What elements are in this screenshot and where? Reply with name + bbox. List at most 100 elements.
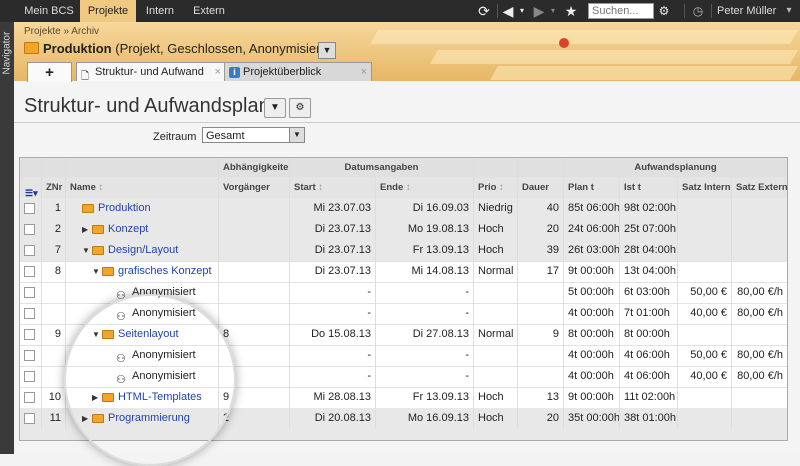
cell-prio [474, 366, 518, 387]
table-row[interactable]: 11 ▶ Programmierung 2 Di 20.08.13 Mo 16.09.13… [20, 408, 787, 430]
nav-tab-intern[interactable]: Intern [138, 0, 182, 22]
table-row[interactable]: 10 ▶ HTML-Templates 9 Mi 28.08.13 Fr 13.09.13… [20, 387, 787, 409]
cell-start: - [290, 303, 376, 324]
row-checkbox[interactable] [24, 287, 35, 298]
cell-satz-ext: 80,00 €/h [737, 370, 783, 382]
navigator-label: Navigator [1, 31, 13, 75]
col-prio[interactable]: Prio ↕ [474, 177, 518, 198]
nav-tab-mein-bcs[interactable]: Mein BCS [20, 0, 78, 22]
cell-ist: 11t 02:00h [620, 387, 678, 408]
user-menu-chevron-icon[interactable]: ▾ [783, 3, 795, 19]
cell-ende: - [376, 345, 474, 366]
cell-ende: Di 16.09.03 [376, 198, 474, 219]
table-row[interactable]: ⚇ Anonymisiert - - 4t 00:00h 4t 06:00h 40,00 €… [20, 366, 787, 388]
navigator-sidebar[interactable]: Navigator [0, 22, 14, 454]
table-row[interactable]: ⚇ Anonymisiert - - 5t 00:00h 6t 03:00h 50,00 €… [20, 282, 787, 304]
search-input[interactable] [588, 3, 654, 19]
timer-icon[interactable]: ◷ [691, 3, 705, 19]
forward-history-dropdown-icon[interactable]: ▾ [547, 3, 559, 19]
settings-gear-icon[interactable]: ⚙ [657, 3, 671, 19]
close-tab-icon[interactable]: × [361, 63, 367, 82]
col-dauer[interactable]: Dauer [518, 177, 564, 198]
back-history-dropdown-icon[interactable]: ▾ [516, 3, 528, 19]
chevron-down-icon[interactable]: ▼ [289, 128, 304, 142]
row-checkbox[interactable] [24, 371, 35, 382]
zeitraum-select[interactable]: Gesamt ▼ [202, 127, 305, 143]
forward-arrow-icon[interactable]: ▶ [531, 3, 547, 19]
table-row[interactable]: 7 ▼ Design/Layout Di 23.07.13 Fr 13.09.13 Hoc… [20, 240, 787, 262]
col-ende[interactable]: Ende ↕ [376, 177, 474, 198]
cell-plan: 85t 06:00h [564, 198, 620, 219]
expand-arrow-icon[interactable]: ▶ [82, 219, 88, 240]
page-menu-dropdown-button[interactable]: ▼ [264, 98, 286, 118]
tab-struktur-aufwand[interactable]: 🗋 Struktur- und Aufwand × [76, 62, 226, 82]
cell-satz-ext [732, 198, 787, 219]
row-checkbox[interactable] [24, 203, 35, 214]
cell-start: - [290, 345, 376, 366]
col-start[interactable]: Start ↕ [290, 177, 376, 198]
row-checkbox[interactable] [24, 413, 35, 424]
back-arrow-icon[interactable]: ◀ [500, 3, 516, 19]
cell-dauer: 13 [518, 387, 564, 408]
cell-satz-int: 50,00 € [678, 345, 732, 366]
col-vorgaenger[interactable]: Vorgänger [219, 177, 290, 198]
col-znr[interactable]: ZNr [42, 177, 66, 198]
breadcrumb[interactable]: Projekte » Archiv [24, 26, 99, 37]
row-checkbox[interactable] [24, 329, 35, 340]
resource-name: Anonymisiert [132, 286, 196, 298]
table-row[interactable]: ⚇ Anonymisiert - - 4t 00:00h 4t 06:00h 50,00 €… [20, 345, 787, 367]
collapse-arrow-icon[interactable]: ▼ [82, 240, 90, 261]
tab-projektueberblick[interactable]: i Projektüberblick × [224, 62, 372, 81]
refresh-icon[interactable]: ⟳ [475, 3, 493, 19]
col-ist[interactable]: Ist t [620, 177, 678, 198]
sort-icon: ↕ [499, 182, 504, 193]
col-satz-extern[interactable]: Satz Extern [732, 177, 787, 198]
folder-icon [102, 330, 114, 339]
main-content: Struktur- und Aufwandsplan ▼ ⚙ Zeitraum … [14, 82, 800, 466]
add-tab-button[interactable]: + [27, 62, 72, 82]
task-name-link[interactable]: Produktion [98, 198, 151, 219]
cell-satz-int [678, 324, 732, 345]
task-name-link[interactable]: Konzept [108, 219, 148, 240]
table-row[interactable]: 1 Produktion Mi 23.07.03 Di 16.09.03 Niedrig… [20, 198, 787, 220]
person-icon: ⚇ [116, 374, 126, 386]
folder-icon [92, 246, 104, 255]
nav-tab-projekte[interactable]: Projekte [80, 0, 136, 22]
row-checkbox[interactable] [24, 308, 35, 319]
project-menu-dropdown-button[interactable]: ▼ [318, 42, 336, 59]
col-plan[interactable]: Plan t [564, 177, 620, 198]
task-name-link[interactable]: grafisches Konzept [118, 261, 212, 282]
page-settings-gear-button[interactable]: ⚙ [289, 98, 311, 118]
cell-vorg [219, 303, 290, 324]
row-checkbox[interactable] [24, 350, 35, 361]
favorite-star-icon[interactable]: ★ [563, 3, 579, 19]
cell-dauer: 9 [518, 324, 564, 345]
table-row[interactable]: 8 ▼ grafisches Konzept Di 23.07.13 Mi 14.08.… [20, 261, 787, 283]
table-row[interactable]: ⚇ Anonymisiert - - 4t 00:00h 7t 01:00h 40,00 €… [20, 303, 787, 325]
collapse-arrow-icon[interactable]: ▼ [92, 324, 100, 345]
expand-arrow-icon[interactable]: ▶ [92, 387, 98, 408]
col-satz-intern[interactable]: Satz Intern [678, 177, 732, 198]
task-name-link[interactable]: Design/Layout [108, 240, 178, 261]
cell-start: - [290, 282, 376, 303]
expand-arrow-icon[interactable]: ▶ [82, 408, 88, 429]
table-row[interactable]: 2 ▶ Konzept Di 23.07.13 Mo 19.08.13 Hoch 20 24t… [20, 219, 787, 241]
row-checkbox[interactable] [24, 245, 35, 256]
nav-tab-extern[interactable]: Extern [186, 0, 232, 22]
task-name-link[interactable]: Programmierung [108, 408, 190, 429]
task-name-link[interactable]: Seitenlayout [118, 324, 179, 345]
cell-vorg [219, 219, 290, 240]
row-checkbox[interactable] [24, 392, 35, 403]
user-name[interactable]: Peter Müller [717, 0, 776, 22]
row-checkbox[interactable] [24, 266, 35, 277]
col-name[interactable]: Name ↕ [66, 177, 219, 198]
folder-icon [82, 204, 94, 213]
column-chooser-icon[interactable]: ☰▾ [25, 183, 38, 198]
table-row[interactable]: 9 ▼ Seitenlayout 8 Do 15.08.13 Di 27.08.13 Nor… [20, 324, 787, 346]
row-checkbox[interactable] [24, 224, 35, 235]
cell-start: Di 20.08.13 [290, 408, 376, 429]
select-all-column[interactable]: ☰▾ [20, 177, 42, 198]
collapse-arrow-icon[interactable]: ▼ [92, 261, 100, 282]
close-tab-icon[interactable]: × [215, 63, 221, 82]
task-name-link[interactable]: HTML-Templates [118, 387, 202, 408]
